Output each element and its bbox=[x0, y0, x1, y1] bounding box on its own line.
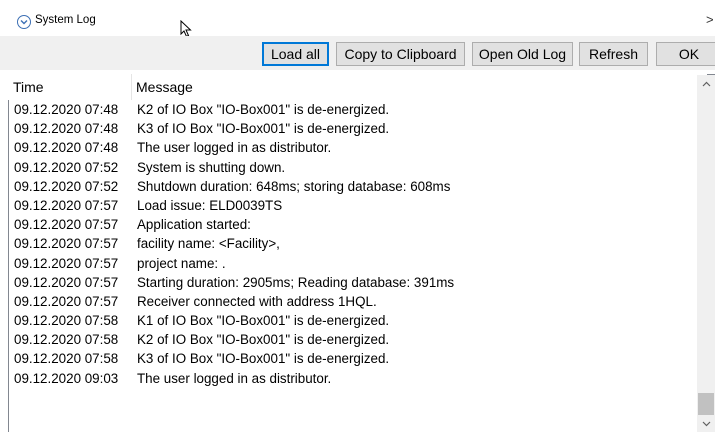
log-time: 09.12.2020 09:03 bbox=[14, 370, 119, 386]
log-time: 09.12.2020 07:57 bbox=[14, 217, 119, 233]
window-title: System Log bbox=[35, 14, 96, 26]
log-time: 09.12.2020 07:52 bbox=[14, 178, 119, 194]
log-row[interactable]: 09.12.2020 07:48 K3 of IO Box "IO-Box001"… bbox=[9, 119, 697, 138]
column-divider[interactable] bbox=[131, 74, 132, 100]
log-time: 09.12.2020 07:48 bbox=[14, 102, 119, 117]
log-message: Load issue: ELD0039TS bbox=[137, 197, 283, 213]
log-message: The user logged in as distributor. bbox=[137, 370, 332, 386]
ok-button[interactable]: OK bbox=[656, 42, 715, 66]
chevron-down-icon[interactable] bbox=[697, 415, 715, 432]
log-row[interactable]: 09.12.2020 07:57 Receiver connected with … bbox=[9, 292, 697, 311]
log-row[interactable]: 09.12.2020 07:57 Starting duration: 2905m… bbox=[9, 273, 697, 292]
log-message: Starting duration: 2905ms; Reading datab… bbox=[137, 274, 455, 290]
log-message: project name: . bbox=[137, 255, 226, 271]
chevron-up-icon[interactable] bbox=[697, 75, 715, 92]
log-row[interactable]: 09.12.2020 07:48 The user logged in as di… bbox=[9, 138, 697, 157]
log-row[interactable]: 09.12.2020 07:58 K3 of IO Box "IO-Box001"… bbox=[9, 349, 697, 368]
log-row[interactable]: 09.12.2020 07:58 K1 of IO Box "IO-Box001"… bbox=[9, 311, 697, 330]
log-message: K1 of IO Box "IO-Box001" is de-energized… bbox=[137, 313, 390, 329]
log-rows: 09.12.2020 07:48 K2 of IO Box "IO-Box001"… bbox=[9, 100, 697, 388]
log-message: Shutdown duration: 648ms; storing databa… bbox=[137, 178, 451, 194]
log-message: Application started: bbox=[137, 217, 251, 233]
log-row[interactable]: 09.12.2020 07:57 Application started: bbox=[9, 215, 697, 234]
open-old-log-button[interactable]: Open Old Log bbox=[472, 42, 573, 66]
list-header: Time Message bbox=[8, 74, 707, 100]
scrollbar-thumb[interactable] bbox=[698, 393, 714, 415]
log-time: 09.12.2020 07:57 bbox=[14, 274, 119, 290]
log-message: System is shutting down. bbox=[137, 159, 286, 175]
log-row[interactable]: 09.12.2020 07:52 Shutdown duration: 648ms… bbox=[9, 177, 697, 196]
vertical-scrollbar[interactable] bbox=[697, 75, 715, 432]
log-message: K3 of IO Box "IO-Box001" is de-energized… bbox=[137, 351, 390, 367]
title-bar: System Log bbox=[0, 0, 715, 36]
log-message: The user logged in as distributor. bbox=[137, 140, 332, 156]
log-message: K2 of IO Box "IO-Box001" is de-energized… bbox=[137, 332, 390, 348]
log-message: K3 of IO Box "IO-Box001" is de-energized… bbox=[137, 121, 390, 137]
log-time: 09.12.2020 07:58 bbox=[14, 313, 119, 329]
log-message: Receiver connected with address 1HQL. bbox=[137, 293, 377, 309]
log-time: 09.12.2020 07:57 bbox=[14, 255, 119, 271]
log-row[interactable]: 09.12.2020 09:03 The user logged in as di… bbox=[9, 369, 697, 388]
log-row[interactable]: 09.12.2020 07:48 K2 of IO Box "IO-Box001"… bbox=[9, 100, 697, 119]
log-time: 09.12.2020 07:57 bbox=[14, 293, 119, 309]
log-row[interactable]: 09.12.2020 07:57 project name: . bbox=[9, 254, 697, 273]
log-row[interactable]: 09.12.2020 07:57 facility name: <Facility… bbox=[9, 234, 697, 253]
log-time: 09.12.2020 07:57 bbox=[14, 197, 119, 213]
log-message: K2 of IO Box "IO-Box001" is de-energized… bbox=[137, 102, 390, 117]
log-time: 09.12.2020 07:58 bbox=[14, 351, 119, 367]
column-header-message[interactable]: Message bbox=[136, 79, 193, 95]
log-row[interactable]: 09.12.2020 07:52 System is shutting down. bbox=[9, 158, 697, 177]
log-time: 09.12.2020 07:58 bbox=[14, 332, 119, 348]
refresh-button[interactable]: Refresh bbox=[579, 42, 648, 66]
log-row[interactable]: 09.12.2020 07:57 Load issue: ELD0039TS bbox=[9, 196, 697, 215]
load-all-button[interactable]: Load all bbox=[262, 42, 329, 66]
log-time: 09.12.2020 07:48 bbox=[14, 140, 119, 156]
log-message: facility name: <Facility>, bbox=[137, 236, 280, 252]
copy-to-clipboard-button[interactable]: Copy to Clipboard bbox=[336, 42, 465, 66]
title-overflow-icon[interactable]: > bbox=[706, 12, 714, 27]
log-time: 09.12.2020 07:48 bbox=[14, 121, 119, 137]
log-time: 09.12.2020 07:57 bbox=[14, 236, 119, 252]
log-time: 09.12.2020 07:52 bbox=[14, 159, 119, 175]
log-row[interactable]: 09.12.2020 07:58 K2 of IO Box "IO-Box001"… bbox=[9, 330, 697, 349]
window-app-icon bbox=[17, 15, 31, 29]
column-header-time[interactable]: Time bbox=[13, 79, 44, 95]
